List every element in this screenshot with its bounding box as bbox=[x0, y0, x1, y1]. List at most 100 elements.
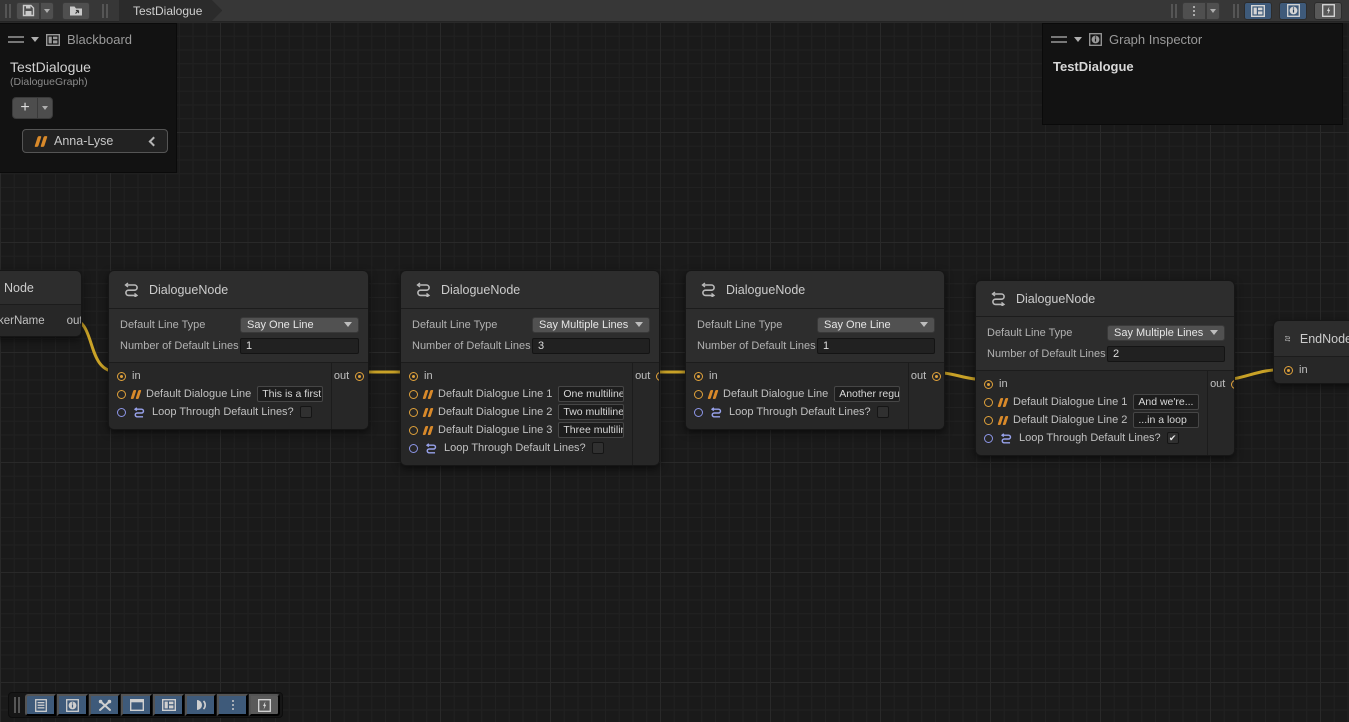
line-type-dropdown[interactable]: Say One Line bbox=[240, 317, 359, 333]
blackboard-dock-button[interactable] bbox=[153, 694, 184, 716]
graph-inspector-header[interactable]: Graph Inspector bbox=[1043, 24, 1342, 51]
dialogue-node-3[interactable]: DialogueNode Default Line Type Say One L… bbox=[685, 270, 945, 430]
num-lines-field[interactable]: 1 bbox=[240, 338, 359, 354]
output-ports: out bbox=[1207, 371, 1235, 455]
inspector-toggle-button[interactable] bbox=[57, 694, 88, 716]
line-type-dropdown[interactable]: Say Multiple Lines bbox=[1107, 325, 1225, 341]
line-value-field[interactable]: ...in a loop bbox=[1133, 412, 1199, 428]
in-port[interactable] bbox=[1284, 366, 1293, 375]
add-variable-dropdown-button[interactable] bbox=[38, 97, 53, 119]
out-port[interactable] bbox=[932, 372, 941, 381]
loop-checkbox[interactable] bbox=[877, 406, 889, 418]
line-port[interactable] bbox=[409, 426, 418, 435]
loop-port[interactable] bbox=[117, 408, 126, 417]
toolbar-grip[interactable] bbox=[102, 4, 108, 18]
script-view-button[interactable] bbox=[25, 694, 56, 716]
out-port[interactable] bbox=[355, 372, 364, 381]
blackboard-title: Blackboard bbox=[67, 32, 132, 47]
save-button[interactable] bbox=[16, 2, 40, 20]
loop-port[interactable] bbox=[984, 434, 993, 443]
output-ports: out bbox=[908, 363, 945, 429]
tools-button[interactable] bbox=[89, 694, 120, 716]
loop-checkbox[interactable] bbox=[592, 442, 604, 454]
num-lines-field[interactable]: 1 bbox=[817, 338, 935, 354]
toolbar-grip[interactable] bbox=[1171, 4, 1177, 18]
chevron-down-icon bbox=[42, 106, 48, 110]
line-value-field[interactable]: This is a first bbox=[257, 386, 323, 402]
kebab-icon bbox=[1193, 6, 1195, 16]
line-port[interactable] bbox=[409, 390, 418, 399]
playback-button[interactable] bbox=[185, 694, 216, 716]
line-value-field[interactable]: Another regu bbox=[834, 386, 900, 402]
add-variable-button[interactable]: + bbox=[12, 97, 38, 119]
loop-port[interactable] bbox=[409, 444, 418, 453]
node-header[interactable]: EndNode bbox=[1274, 321, 1349, 357]
output-ports: out bbox=[632, 363, 660, 465]
live-preview-toggle-button[interactable] bbox=[1314, 2, 1342, 20]
num-lines-label: Number of Default Lines bbox=[697, 340, 817, 352]
open-asset-button[interactable] bbox=[62, 2, 90, 20]
node-header[interactable]: DialogueNode bbox=[401, 271, 659, 309]
node-header[interactable]: DialogueNode bbox=[686, 271, 944, 309]
in-port[interactable] bbox=[409, 372, 418, 381]
drag-handle-icon[interactable] bbox=[1051, 36, 1067, 43]
loop-port[interactable] bbox=[694, 408, 703, 417]
dialogue-node-1[interactable]: DialogueNode Default Line Type Say One L… bbox=[108, 270, 369, 430]
live-preview-dock-button[interactable] bbox=[249, 694, 280, 716]
toolbar-grip[interactable] bbox=[1233, 4, 1239, 18]
node-title: DialogueNode bbox=[726, 283, 805, 297]
line-value-field[interactable]: And we're... bbox=[1133, 394, 1199, 410]
collapse-chevron-icon[interactable] bbox=[31, 37, 39, 42]
options-menu-button[interactable] bbox=[1182, 2, 1206, 20]
node-header[interactable]: DialogueNode bbox=[976, 281, 1234, 317]
blackboard-icon bbox=[46, 34, 60, 46]
line-port[interactable] bbox=[409, 408, 418, 417]
loop-checkbox[interactable] bbox=[300, 406, 312, 418]
line-value-field[interactable]: Three multilin bbox=[558, 422, 624, 438]
line-port[interactable] bbox=[984, 398, 993, 407]
options-dropdown-button[interactable] bbox=[1206, 2, 1220, 20]
collapse-left-chevron-icon[interactable] bbox=[149, 136, 159, 146]
blackboard-header[interactable]: Blackboard bbox=[0, 24, 176, 51]
num-lines-field[interactable]: 3 bbox=[532, 338, 650, 354]
loop-icon bbox=[999, 433, 1013, 444]
loop-checkbox[interactable]: ✔ bbox=[1167, 432, 1179, 444]
line-port[interactable] bbox=[984, 416, 993, 425]
line-port[interactable] bbox=[694, 390, 703, 399]
input-ports: in Default Dialogue LineAnother regu Loo… bbox=[686, 363, 908, 429]
line-type-dropdown[interactable]: Say One Line bbox=[817, 317, 935, 333]
start-node[interactable]: Node kerName out bbox=[0, 270, 82, 337]
graph-tab[interactable]: TestDialogue bbox=[119, 0, 222, 22]
dialogue-node-2[interactable]: DialogueNode Default Line Type Say Multi… bbox=[400, 270, 660, 466]
node-title: DialogueNode bbox=[441, 283, 520, 297]
out-port[interactable] bbox=[656, 372, 660, 381]
in-port[interactable] bbox=[984, 380, 993, 389]
window-layout-button[interactable] bbox=[121, 694, 152, 716]
node-header[interactable]: Node bbox=[0, 271, 81, 305]
toolbar-grip[interactable] bbox=[5, 4, 11, 18]
num-lines-field[interactable]: 2 bbox=[1107, 346, 1225, 362]
line-port[interactable] bbox=[117, 390, 126, 399]
line-value-field[interactable]: Two multiline bbox=[558, 404, 624, 420]
graph-inspector-toggle-button[interactable] bbox=[1279, 2, 1307, 20]
loop-label: Loop Through Default Lines? bbox=[729, 406, 871, 418]
line-value-field[interactable]: One multiline bbox=[558, 386, 624, 402]
save-dropdown-button[interactable] bbox=[40, 2, 54, 20]
blackboard-variable-row[interactable]: Anna-Lyse bbox=[22, 129, 168, 153]
node-properties: Default Line Type Say Multiple Lines Num… bbox=[401, 309, 659, 363]
in-port[interactable] bbox=[117, 372, 126, 381]
drag-handle-icon[interactable] bbox=[8, 36, 24, 43]
dock-grip[interactable] bbox=[14, 697, 20, 713]
collapse-chevron-icon[interactable] bbox=[1074, 37, 1082, 42]
out-port-label: out bbox=[334, 370, 349, 382]
dialogue-node-4[interactable]: DialogueNode Default Line Type Say Multi… bbox=[975, 280, 1235, 456]
line-type-dropdown[interactable]: Say Multiple Lines bbox=[532, 317, 650, 333]
in-port[interactable] bbox=[694, 372, 703, 381]
blackboard-toggle-button[interactable] bbox=[1244, 2, 1272, 20]
in-port-label: in bbox=[1299, 364, 1308, 376]
end-node[interactable]: EndNode in bbox=[1273, 320, 1349, 384]
node-header[interactable]: DialogueNode bbox=[109, 271, 368, 309]
dock-options-button[interactable] bbox=[217, 694, 248, 716]
graph-canvas[interactable]: Node kerName out DialogueNode Default Li… bbox=[0, 22, 1349, 722]
out-port[interactable] bbox=[1231, 380, 1235, 389]
